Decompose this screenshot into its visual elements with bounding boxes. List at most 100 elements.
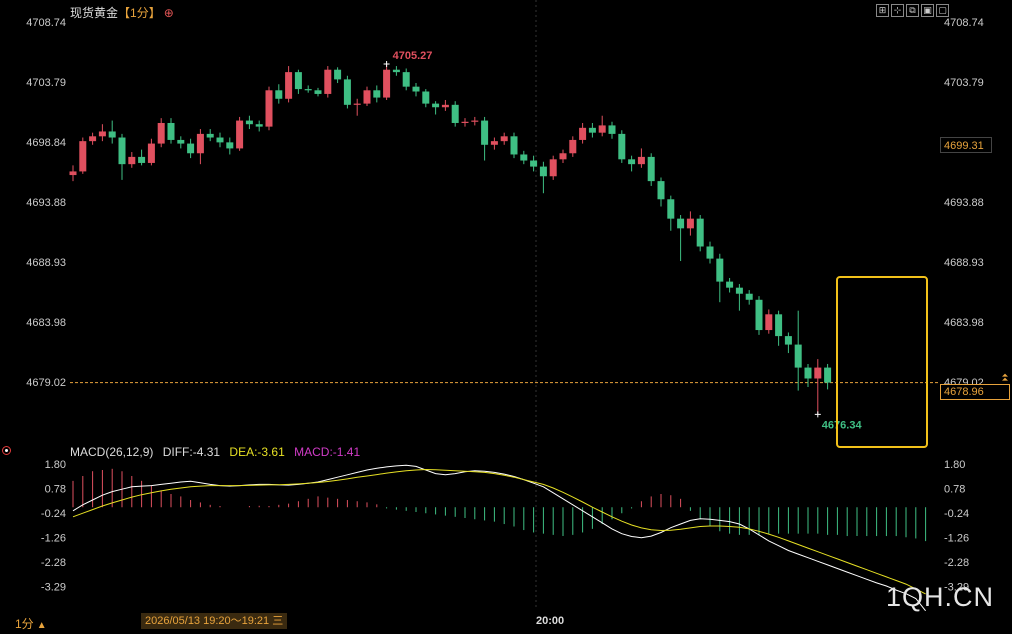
candle: [206, 129, 214, 142]
period-label: 1分: [15, 617, 34, 631]
candle-body: [255, 124, 263, 127]
candle: [784, 332, 792, 354]
price-tick-left: 4679.02: [26, 377, 66, 389]
chart-canvas[interactable]: 4708.744708.744703.794703.794698.844698.…: [0, 0, 1012, 634]
candle-body: [745, 293, 753, 300]
time-range-label: 2026/05/13 19:20～19:21 三: [141, 613, 288, 629]
minimize-icon[interactable]: ▢: [936, 4, 949, 17]
macd-tick-left: 1.80: [45, 459, 66, 471]
candle-body: [363, 90, 371, 104]
candle: [588, 122, 596, 138]
candle-body: [677, 218, 685, 229]
candle-body: [265, 90, 273, 127]
candle: [471, 116, 479, 126]
candle: [324, 66, 332, 98]
candle: [226, 137, 234, 155]
candle: [373, 85, 381, 103]
candle: [79, 137, 87, 174]
macd-tick-left: -2.28: [41, 557, 66, 569]
candle-body: [637, 156, 645, 165]
chart-window: 4708.744708.744703.794703.794698.844698.…: [0, 0, 1012, 634]
candle-body: [804, 367, 812, 379]
candle-body: [147, 143, 155, 163]
candle: [628, 155, 636, 172]
candle: [804, 363, 812, 387]
indicator-settings-icon[interactable]: [2, 446, 11, 455]
price-tick-right: 4683.98: [944, 317, 984, 329]
candle-body: [79, 141, 87, 172]
candle-body: [451, 104, 459, 123]
add-compare-icon[interactable]: ⊕: [164, 6, 174, 20]
time-tick-label: 20:00: [536, 615, 565, 627]
candle-body: [667, 199, 675, 219]
candle: [677, 215, 685, 262]
candle: [647, 153, 655, 186]
instrument-name: 现货黄金: [70, 6, 119, 20]
candle: [422, 89, 430, 108]
candle-body: [628, 159, 636, 165]
expand-icon[interactable]: ▣: [921, 4, 934, 17]
candle: [618, 130, 626, 163]
candle-body: [245, 120, 253, 125]
candle-body: [187, 143, 195, 154]
candle: [490, 137, 498, 150]
candle: [138, 149, 146, 166]
candle: [569, 136, 577, 157]
candle-body: [324, 69, 332, 94]
candle: [735, 284, 743, 311]
candle-body: [432, 103, 440, 108]
candle: [402, 68, 410, 91]
candle-body: [412, 86, 420, 92]
price-tick-left: 4693.88: [26, 197, 66, 209]
candle-body: [706, 246, 714, 259]
candle: [745, 290, 753, 305]
last-price-marker: 4678.96: [940, 384, 1010, 400]
fullscreen-icon[interactable]: ⊞: [876, 4, 889, 17]
candle: [334, 67, 342, 84]
candle: [814, 359, 822, 415]
macd-line-diff: [72, 464, 926, 612]
macd-hist-value: MACD:-1.41: [294, 445, 361, 459]
candle: [706, 241, 714, 264]
candle: [539, 161, 547, 194]
candle-body: [775, 314, 783, 337]
candle: [353, 98, 361, 116]
candle-body: [177, 139, 185, 144]
settings-icon[interactable]: ⧉: [906, 4, 919, 17]
price-tick-left: 4708.74: [26, 17, 66, 29]
candle-body: [716, 258, 724, 282]
macd-tick-right: -2.28: [944, 557, 969, 569]
candle-body: [226, 142, 234, 149]
crosshair-icon[interactable]: ⊹: [891, 4, 904, 17]
period-tag: 【1分】: [118, 6, 161, 20]
candle: [294, 69, 302, 94]
candle-body: [657, 181, 665, 200]
price-tick-right: 4703.79: [944, 77, 984, 89]
macd-tick-right: -0.24: [944, 508, 969, 520]
candle: [461, 118, 469, 127]
candle-body: [471, 120, 479, 122]
macd-tick-left: -3.29: [41, 581, 66, 593]
candle-body: [549, 159, 557, 177]
candle: [304, 85, 312, 93]
candle: [245, 115, 253, 130]
low-price-label: 4676.34: [822, 419, 863, 431]
candle: [363, 86, 371, 107]
candle: [637, 148, 645, 168]
period-selector[interactable]: 1分 ▲: [15, 615, 47, 632]
macd-tick-left: 0.78: [45, 484, 66, 496]
candle-body: [98, 131, 106, 137]
candle: [657, 177, 665, 207]
candle: [147, 138, 155, 166]
candle-body: [441, 104, 449, 108]
period-arrow-icon: ▲: [36, 620, 47, 631]
candle-body: [559, 153, 567, 160]
current-price-marker: 4699.31: [940, 137, 992, 153]
candle: [392, 66, 400, 76]
candle-body: [490, 141, 498, 145]
candle-body: [824, 367, 832, 383]
candle: [696, 215, 704, 252]
candle: [383, 64, 391, 100]
macd-legend: MACD(26,12,9) DIFF:-4.31 DEA:-3.61 MACD:…: [70, 445, 366, 459]
price-tick-right: 4708.74: [944, 17, 984, 29]
